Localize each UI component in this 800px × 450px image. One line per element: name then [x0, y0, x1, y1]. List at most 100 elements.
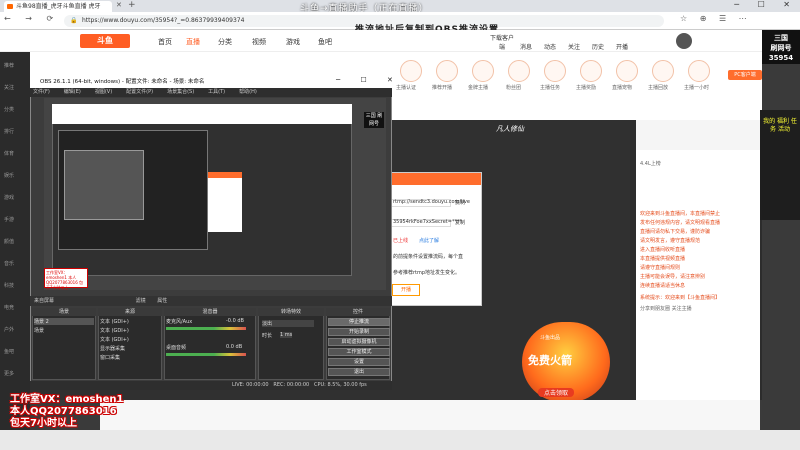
tool-label: 主播回放 [648, 85, 669, 91]
controls-dock-title: 控件 [326, 308, 390, 316]
source-item[interactable]: 文本 (GDI+) [100, 336, 129, 343]
site-favicon-icon [7, 4, 13, 9]
sidebar-item[interactable]: 关注 [4, 84, 28, 91]
studio-mode-button[interactable]: 工作室模式 [328, 348, 390, 356]
filters-button[interactable]: 滤镜 [136, 298, 146, 304]
tool-icon[interactable] [400, 60, 422, 82]
chat-line: 请文明发言，遵守直播规范 [640, 238, 701, 244]
copy-key-button[interactable]: 复制 [455, 219, 465, 226]
sidebar-item[interactable]: 鱼吧 [4, 348, 28, 355]
obs-menu-profile[interactable]: 配置文件(P) [126, 89, 153, 95]
tool-icon[interactable] [472, 60, 494, 82]
nav-buttons[interactable]: ← → ⟳ [4, 14, 59, 23]
sidebar-item[interactable]: 户外 [4, 326, 28, 333]
new-tab-icon[interactable]: + [128, 0, 136, 10]
tool-icon[interactable] [508, 60, 530, 82]
obs-status-bar: LIVE: 00:00:00 REC: 00:00:00 CPU: 8.5%, … [30, 381, 392, 390]
tab-title: 斗鱼98直播_虎牙斗鱼直播 虎牙 [16, 3, 101, 10]
header-icon-download[interactable]: 下载客户端 [490, 33, 514, 51]
scene-item[interactable]: 场景 2 [34, 318, 94, 325]
copy-url-button[interactable]: 复制 [455, 199, 465, 206]
stream-title-overlay: 凡人修仙 [496, 125, 524, 133]
exit-button[interactable]: 退出 [328, 368, 390, 376]
avatar[interactable] [676, 33, 692, 49]
audio-meter [166, 353, 246, 356]
mixer-channel-name: 麦克风/Aux [166, 319, 193, 325]
sidebar-item[interactable]: 排行 [4, 128, 28, 135]
chat-line: 请遵守直播间规则 [640, 265, 681, 271]
learn-more-link[interactable]: 点此了解 [419, 237, 439, 244]
tool-icon[interactable] [436, 60, 458, 82]
nav-video[interactable]: 视频 [252, 37, 266, 47]
transition-select[interactable]: 淡出 [262, 320, 314, 327]
header-icon-message[interactable]: 消息 [514, 42, 538, 51]
site-logo[interactable]: 斗鱼 [80, 34, 130, 48]
nav-yuba[interactable]: 鱼吧 [318, 37, 332, 47]
duration-input[interactable]: 1 ms [280, 332, 293, 338]
obs-menu-edit[interactable]: 编辑(E) [64, 89, 81, 95]
sidebar-item[interactable]: 分类 [4, 106, 28, 113]
source-item[interactable]: 显示器采集 [100, 345, 125, 352]
tool-label: 金牌主播 [468, 85, 489, 91]
browser-tab[interactable]: 斗鱼98直播_虎牙斗鱼直播 虎牙 [4, 1, 112, 12]
tool-icon[interactable] [616, 60, 638, 82]
transitions-dock-title: 转场特效 [258, 308, 324, 316]
header-icon-history[interactable]: 历史 [586, 42, 610, 51]
tool-icon[interactable] [652, 60, 674, 82]
obs-menu-view[interactable]: 视图(V) [95, 89, 112, 95]
sidebar-item[interactable]: 体育 [4, 150, 28, 157]
close-tab-icon[interactable]: ✕ [116, 1, 122, 9]
ad-claim-button[interactable]: 点击领取 [538, 388, 575, 397]
obs-source-toolbar: 来自屏幕 滤镜 属性 [30, 296, 392, 306]
header-icon-feed[interactable]: 动态 [538, 42, 562, 51]
obs-menu-tools[interactable]: 工具(T) [208, 89, 225, 95]
sidebar-item[interactable]: 颜值 [4, 238, 28, 245]
sidebar-item[interactable]: 科技 [4, 282, 28, 289]
nav-category[interactable]: 分类 [218, 37, 232, 47]
nested-browser-bar [52, 104, 352, 124]
browser-toolbar-icons[interactable]: ☆ ⊕ ☰ ⋯ [680, 14, 752, 23]
obs-menu-help[interactable]: 帮助(H) [239, 89, 257, 95]
rank-tabs [636, 120, 760, 150]
obs-menu-bar: 文件(F) 编辑(E) 视图(V) 配置文件(P) 场景集合(S) 工具(T) 帮助(H) [30, 88, 392, 97]
sidebar-item[interactable]: 游戏 [4, 194, 28, 201]
settings-button[interactable]: 设置 [328, 358, 390, 366]
header-icons[interactable]: 下载客户端 消息 动态 关注 历史 开播 [490, 33, 634, 51]
sidebar-item[interactable]: 更多 [4, 370, 28, 377]
note-line-1: 的前提条件设置推流码，每个直 [393, 254, 464, 260]
brand-line-1: 三国 [774, 34, 788, 42]
scene-item[interactable]: 场景 [34, 327, 44, 334]
stop-streaming-button[interactable]: 停止推流 [328, 318, 390, 326]
sidebar-item[interactable]: 手游 [4, 216, 28, 223]
obs-menu-scene-collection[interactable]: 场景集合(S) [167, 89, 194, 95]
sidebar-item[interactable]: 电竞 [4, 304, 28, 311]
obs-window-controls[interactable]: ─ ☐ ✕ [336, 76, 402, 84]
tool-icon[interactable] [544, 60, 566, 82]
source-item[interactable]: 文本 (GDI+) [100, 327, 129, 334]
mixer-dock-title: 混音器 [164, 308, 256, 316]
nav-home[interactable]: 首页 [158, 37, 172, 47]
properties-button[interactable]: 属性 [157, 298, 167, 304]
obs-menu-file[interactable]: 文件(F) [33, 89, 50, 95]
virtual-camera-button[interactable]: 启动虚拟摄像机 [328, 338, 390, 346]
nav-live[interactable]: 直播 [186, 37, 200, 47]
watermark-line: 包天7小时以上 [10, 418, 77, 429]
source-item[interactable]: 窗口采集 [100, 354, 120, 361]
nav-game[interactable]: 游戏 [286, 37, 300, 47]
window-controls[interactable]: ─ ☐ ✕ [734, 0, 798, 9]
source-item[interactable]: 文本 (GDI+) [100, 318, 129, 325]
sidebar-item[interactable]: 音乐 [4, 260, 28, 267]
audio-meter [166, 327, 246, 330]
sidebar-item[interactable]: 推荐 [4, 62, 28, 69]
header-icon-follow[interactable]: 关注 [562, 42, 586, 51]
tool-icon[interactable] [580, 60, 602, 82]
pc-client-button[interactable]: PC客户端 [728, 70, 762, 80]
sidebar-item[interactable]: 娱乐 [4, 172, 28, 179]
rec-time: REC: 00:00:00 [273, 382, 310, 388]
tool-label: 主播奖励 [576, 85, 597, 91]
tool-icon[interactable] [688, 60, 710, 82]
live-time: LIVE: 00:00:00 [232, 382, 269, 388]
start-broadcast-button[interactable]: 开播 [392, 284, 420, 296]
header-icon-broadcast[interactable]: 开播 [610, 42, 634, 51]
start-recording-button[interactable]: 开始录制 [328, 328, 390, 336]
